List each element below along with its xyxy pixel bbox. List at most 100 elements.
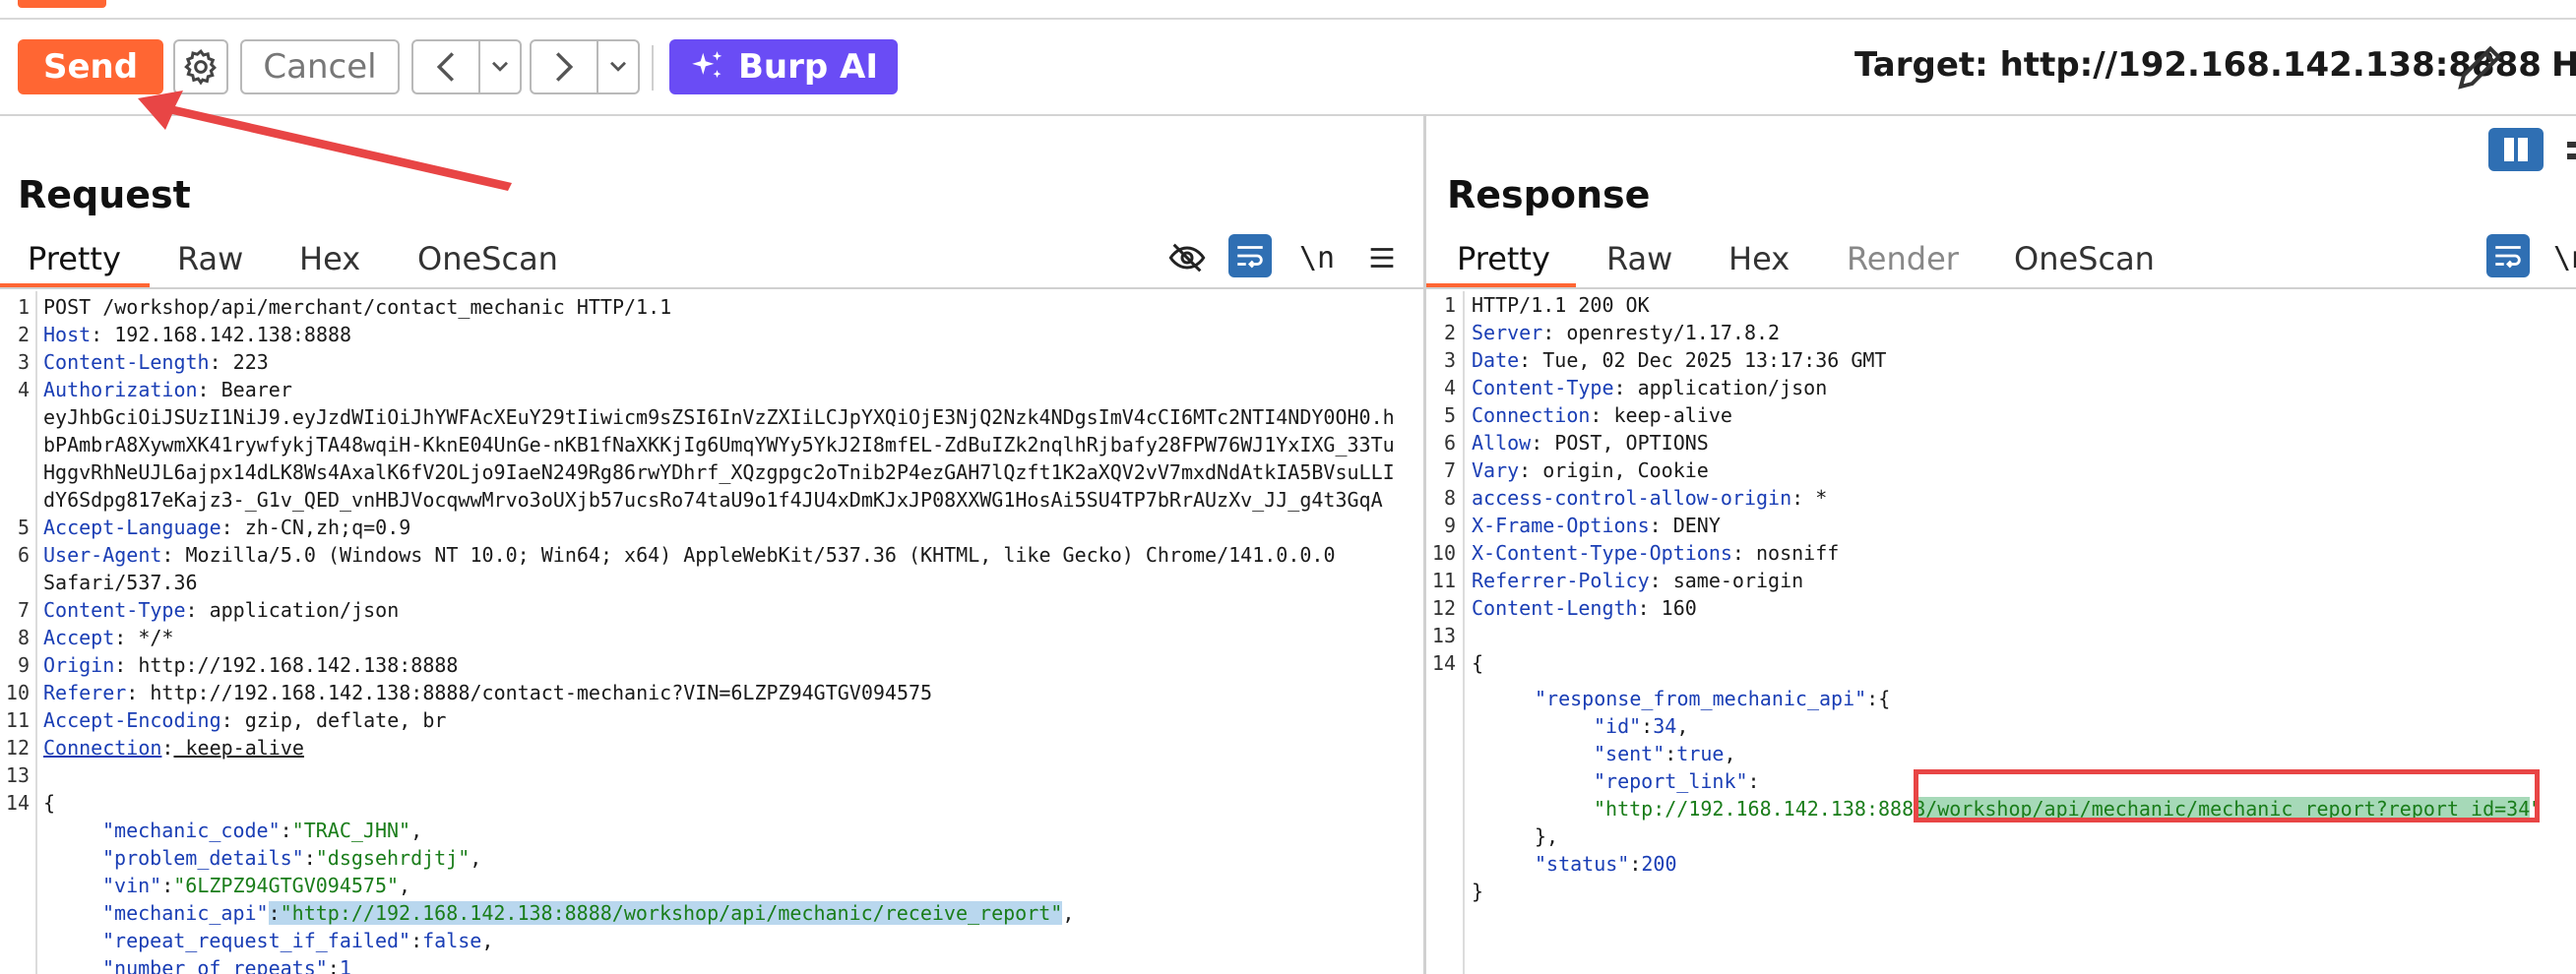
header-colon: : xyxy=(1649,569,1662,592)
header-name: Accept-Language xyxy=(43,516,221,539)
request-tab-pretty[interactable]: Pretty xyxy=(28,240,121,277)
header-value: 192.168.142.138:8888 xyxy=(102,323,352,346)
response-tab-onescan[interactable]: OneScan xyxy=(2014,240,2155,277)
response-tab-pretty[interactable]: Pretty xyxy=(1457,240,1550,277)
line-text: bPAmbrA8XywmXK41rywfykjTA48wqiH-KknE04Un… xyxy=(43,433,1395,457)
line-number: 4 xyxy=(17,378,30,401)
json-colon: : xyxy=(1641,714,1654,738)
header-colon: : xyxy=(1649,514,1662,537)
request-tab-raw[interactable]: Raw xyxy=(177,240,243,277)
line-number: 5 xyxy=(1443,403,1456,427)
json-key: "number_of_repeats" xyxy=(102,956,328,974)
header-name: Content-Type xyxy=(1472,376,1614,399)
history-forward-button[interactable] xyxy=(530,39,598,94)
line-text: { xyxy=(43,791,56,815)
code-line: Connection: keep-alive xyxy=(1472,401,1732,429)
header-name: Content-Length xyxy=(43,350,210,374)
json-value: false xyxy=(422,929,482,952)
json-punct: , xyxy=(1676,714,1689,738)
header-value: zh-CN,zh;q=0.9 xyxy=(232,516,411,539)
header-colon: : xyxy=(114,653,127,677)
code-line: "sent":true, xyxy=(1594,740,1736,767)
newline-icon: \n xyxy=(1298,240,1336,275)
code-line: "id":34, xyxy=(1594,712,1688,740)
header-name: Content-Type xyxy=(43,598,186,622)
line-number: 6 xyxy=(17,543,30,567)
burp-ai-button[interactable]: Burp AI xyxy=(669,39,898,94)
line-number: 7 xyxy=(1443,458,1456,482)
header-name: Origin xyxy=(43,653,115,677)
edit-target-button[interactable] xyxy=(2451,37,2510,96)
json-key: "id" xyxy=(1594,714,1642,738)
layout-side-by-side-button[interactable] xyxy=(2488,128,2544,171)
header-colon: : xyxy=(209,350,221,374)
request-editor[interactable]: 1 POST /workshop/api/merchant/contact_mec… xyxy=(0,293,1423,974)
code-line: Date: Tue, 02 Dec 2025 13:17:36 GMT xyxy=(1472,346,1886,374)
line-number: 13 xyxy=(5,763,30,787)
header-value: origin, Cookie xyxy=(1531,458,1709,482)
code-line: Safari/537.36 xyxy=(43,569,198,596)
code-line: "status":200 xyxy=(1535,850,1677,878)
header-colon: : xyxy=(91,323,103,346)
header-colon: : xyxy=(126,681,139,704)
header-name: Host xyxy=(43,323,92,346)
response-tab-raw[interactable]: Raw xyxy=(1606,240,1672,277)
response-editor[interactable]: 1 HTTP/1.1 200 OK 2 Server: openresty/1.17.… xyxy=(1426,291,2576,974)
code-line: "response_from_mechanic_api":{ xyxy=(1535,685,1890,712)
code-line: Content-Type: application/json xyxy=(1472,374,1827,401)
code-line: Origin: http://192.168.142.138:8888 xyxy=(43,651,458,679)
response-word-wrap-button[interactable] xyxy=(2486,234,2530,277)
header-colon: : xyxy=(1519,458,1532,482)
code-line: Vary: origin, Cookie xyxy=(1472,457,1709,484)
line-number: 12 xyxy=(5,736,30,760)
toolbar-clipped-label: H xyxy=(2551,45,2576,85)
request-active-tab-indicator xyxy=(0,283,150,287)
response-tab-hex[interactable]: Hex xyxy=(1728,240,1790,277)
json-punct: , xyxy=(481,929,494,952)
header-name: X-Frame-Options xyxy=(1472,514,1650,537)
hide-nonprintable-button[interactable] xyxy=(1165,236,1209,279)
target-label: Target: http://192.168.142.138:8888 xyxy=(1854,45,2542,85)
header-colon: : xyxy=(161,736,174,760)
header-colon: : xyxy=(1531,431,1543,455)
request-tab-hex[interactable]: Hex xyxy=(299,240,360,277)
line-number: 7 xyxy=(17,598,30,622)
header-colon: : xyxy=(1542,321,1555,344)
line-number: 9 xyxy=(17,653,30,677)
sparkle-icon xyxy=(692,51,723,79)
response-tabs-underline xyxy=(1426,287,2576,289)
code-line: bPAmbrA8XywmXK41rywfykjTA48wqiH-KknE04Un… xyxy=(43,431,1395,458)
header-value: nosniff xyxy=(1743,541,1840,565)
code-line: Referer: http://192.168.142.138:8888/con… xyxy=(43,679,932,706)
json-punct: , xyxy=(410,819,423,842)
line-number: 10 xyxy=(5,681,30,704)
code-line: Server: openresty/1.17.8.2 xyxy=(1472,319,1780,346)
code-line: HTTP/1.1 200 OK xyxy=(1472,291,1650,319)
header-value: openresty/1.17.8.2 xyxy=(1554,321,1781,344)
layout-stacked-button[interactable] xyxy=(2555,128,2576,171)
json-punct: , xyxy=(1724,742,1736,765)
header-value: Bearer xyxy=(209,378,292,401)
header-value: POST, OPTIONS xyxy=(1542,431,1709,455)
word-wrap-button[interactable] xyxy=(1228,234,1272,277)
response-active-tab-indicator xyxy=(1426,283,1576,287)
history-forward-dropdown[interactable] xyxy=(597,39,640,94)
request-tab-onescan[interactable]: OneScan xyxy=(417,240,558,277)
response-title: Response xyxy=(1447,173,1651,216)
header-name: Accept xyxy=(43,626,115,649)
code-line: Allow: POST, OPTIONS xyxy=(1472,429,1709,457)
show-newlines-button[interactable]: \n xyxy=(1295,236,1339,279)
header-name: Server xyxy=(1472,321,1543,344)
line-number: 3 xyxy=(17,350,30,374)
json-punct: , xyxy=(399,874,411,897)
code-line: } xyxy=(1472,878,1483,905)
line-text: POST /workshop/api/merchant/contact_mech… xyxy=(43,295,672,319)
line-number: 11 xyxy=(1431,569,1456,592)
code-line: "number_of_repeats":1 xyxy=(102,954,351,974)
request-menu-button[interactable] xyxy=(1360,236,1404,279)
wrap-icon xyxy=(1237,246,1263,269)
header-colon: : xyxy=(1590,403,1602,427)
response-show-newlines-button[interactable]: \n xyxy=(2553,236,2576,279)
response-tab-render[interactable]: Render xyxy=(1847,240,1959,277)
code-line: Accept-Language: zh-CN,zh;q=0.9 xyxy=(43,514,410,541)
